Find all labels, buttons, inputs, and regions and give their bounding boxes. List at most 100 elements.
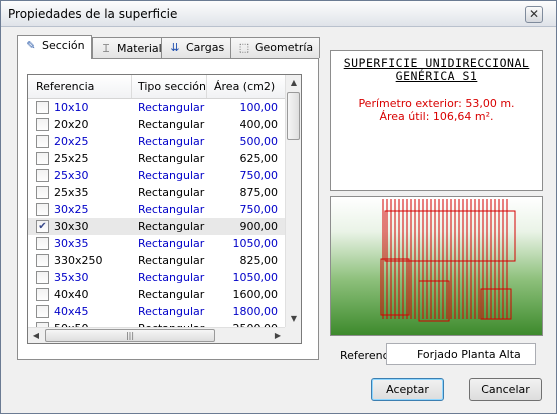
surface-preview: [330, 196, 543, 336]
row-tipo: Rectangular: [138, 135, 205, 148]
area-text: Área útil: 106,64 m².: [379, 110, 494, 123]
row-tipo: Rectangular: [138, 203, 205, 216]
table-row[interactable]: 40x40 Rectangular 1600,00: [28, 286, 286, 303]
row-tipo: Rectangular: [138, 305, 205, 318]
row-area: 750,00: [239, 203, 279, 216]
tab-seccion[interactable]: ✎ Sección: [17, 35, 92, 59]
surface-title-line1: SUPERFICIE UNIDIRECCIONAL: [343, 56, 530, 70]
table-row[interactable]: 25x30 Rectangular 750,00: [28, 167, 286, 184]
row-area: 825,00: [239, 254, 279, 267]
row-tipo: Rectangular: [138, 288, 205, 301]
tab-geometria[interactable]: ⬚ Geometría: [230, 37, 321, 58]
row-checkbox[interactable]: [36, 203, 49, 216]
tab-label: Geometría: [255, 41, 314, 54]
row-area: 900,00: [239, 220, 279, 233]
surface-title-line2: GENÉRICA S1: [395, 69, 478, 83]
table-row[interactable]: 25x25 Rectangular 625,00: [28, 150, 286, 167]
perimeter-text: Perímetro exterior: 53,00 m.: [358, 97, 515, 110]
row-referencia: 30x35: [54, 237, 89, 250]
table-row[interactable]: 35x30 Rectangular 1050,00: [28, 269, 286, 286]
loads-icon: ⇊: [170, 41, 180, 54]
row-checkbox[interactable]: [36, 169, 49, 182]
floor-plan-drawing: [380, 199, 516, 322]
row-area: 1800,00: [232, 305, 279, 318]
scroll-right-icon[interactable]: ▶: [270, 328, 286, 343]
row-referencia: 30x25: [54, 203, 89, 216]
scroll-down-icon[interactable]: ▼: [286, 311, 301, 327]
table-row[interactable]: 30x25 Rectangular 750,00: [28, 201, 286, 218]
column-header-area[interactable]: Área (cm2): [214, 80, 275, 93]
tab-label: Sección: [42, 39, 85, 52]
row-tipo: Rectangular: [138, 254, 205, 267]
scroll-corner: [285, 327, 301, 343]
row-referencia: 30x30: [54, 220, 89, 233]
table-row[interactable]: 10x10 Rectangular 100,00: [28, 99, 286, 116]
row-checkbox[interactable]: [36, 237, 49, 250]
tab-label: Cargas: [186, 41, 225, 54]
row-tipo: Rectangular: [138, 169, 205, 182]
row-referencia: 40x40: [54, 288, 89, 301]
row-checkbox[interactable]: [36, 186, 49, 199]
tab-material[interactable]: Ɪ Material: [92, 37, 169, 58]
table-row[interactable]: 25x35 Rectangular 875,00: [28, 184, 286, 201]
row-referencia: 35x30: [54, 271, 89, 284]
row-checkbox[interactable]: ✔: [36, 220, 49, 233]
window-title: Propiedades de la superficie: [8, 7, 178, 21]
tab-cargas[interactable]: ⇊ Cargas: [161, 37, 232, 58]
table-row[interactable]: 330x250 Rectangular 825,00: [28, 252, 286, 269]
table-row[interactable]: 50x50Rectangular2500,00: [28, 320, 286, 327]
dialog-window: Propiedades de la superficie ✕ ✎ Sección …: [0, 0, 557, 414]
row-referencia: 25x30: [54, 169, 89, 182]
close-button[interactable]: ✕: [525, 6, 543, 23]
row-checkbox[interactable]: [36, 135, 49, 148]
table-row[interactable]: 20x20 Rectangular 400,00: [28, 116, 286, 133]
table-row[interactable]: ✔ 30x30 Rectangular 900,00: [28, 218, 286, 235]
title-bar[interactable]: Propiedades de la superficie ✕: [1, 1, 556, 27]
surface-info-panel: SUPERFICIE UNIDIRECCIONAL GENÉRICA S1 Pe…: [330, 50, 543, 191]
beam-icon: Ɪ: [102, 42, 110, 55]
row-tipo: Rectangular: [138, 186, 205, 199]
cube-icon: ⬚: [238, 41, 250, 54]
row-tipo: Rectangular: [138, 118, 205, 131]
row-area: 875,00: [239, 186, 279, 199]
row-checkbox[interactable]: [36, 254, 49, 267]
row-referencia: 330x250: [54, 254, 103, 267]
row-tipo: Rectangular: [138, 101, 205, 114]
row-checkbox[interactable]: [36, 152, 49, 165]
row-tipo: Rectangular: [138, 237, 205, 250]
row-checkbox[interactable]: [36, 288, 49, 301]
row-referencia: 25x25: [54, 152, 89, 165]
row-area: 500,00: [239, 135, 279, 148]
referencia-input[interactable]: Forjado Planta Alta: [386, 343, 536, 365]
row-referencia: 20x25: [54, 135, 89, 148]
row-referencia: 10x10: [54, 101, 89, 114]
column-header-referencia[interactable]: Referencia: [36, 80, 94, 93]
column-header-tipo[interactable]: Tipo sección: [138, 80, 206, 93]
row-area: 400,00: [239, 118, 279, 131]
table-row[interactable]: 20x25 Rectangular 500,00: [28, 133, 286, 150]
vertical-scroll-thumb[interactable]: [287, 92, 300, 140]
row-checkbox[interactable]: [36, 118, 49, 131]
table-row[interactable]: 40x45 Rectangular 1800,00: [28, 303, 286, 320]
vertical-scrollbar[interactable]: ▲ ▼: [285, 75, 301, 327]
row-area: 100,00: [239, 101, 279, 114]
list-header: Referencia Tipo sección Área (cm2): [28, 75, 286, 99]
row-tipo: Rectangular: [138, 271, 205, 284]
scroll-up-icon[interactable]: ▲: [286, 75, 301, 91]
horizontal-scrollbar[interactable]: ◀ ||| ▶: [28, 327, 286, 343]
table-row[interactable]: 30x35 Rectangular 1050,00: [28, 235, 286, 252]
scroll-left-icon[interactable]: ◀: [28, 328, 44, 343]
pencil-icon: ✎: [26, 39, 36, 52]
list-rows: 10x10 Rectangular 100,00 20x20 Rectangular 40…: [28, 99, 286, 327]
row-checkbox[interactable]: [36, 305, 49, 318]
accept-button[interactable]: Aceptar: [371, 378, 444, 401]
row-area: 1050,00: [232, 237, 279, 250]
horizontal-scroll-thumb[interactable]: |||: [45, 329, 215, 342]
row-area: 625,00: [239, 152, 279, 165]
row-tipo: Rectangular: [138, 152, 205, 165]
row-area: 1050,00: [232, 271, 279, 284]
row-checkbox[interactable]: [36, 101, 49, 114]
cancel-button[interactable]: Cancelar: [469, 378, 542, 401]
row-checkbox[interactable]: [36, 271, 49, 284]
section-list[interactable]: Referencia Tipo sección Área (cm2) 10x10…: [27, 74, 302, 344]
